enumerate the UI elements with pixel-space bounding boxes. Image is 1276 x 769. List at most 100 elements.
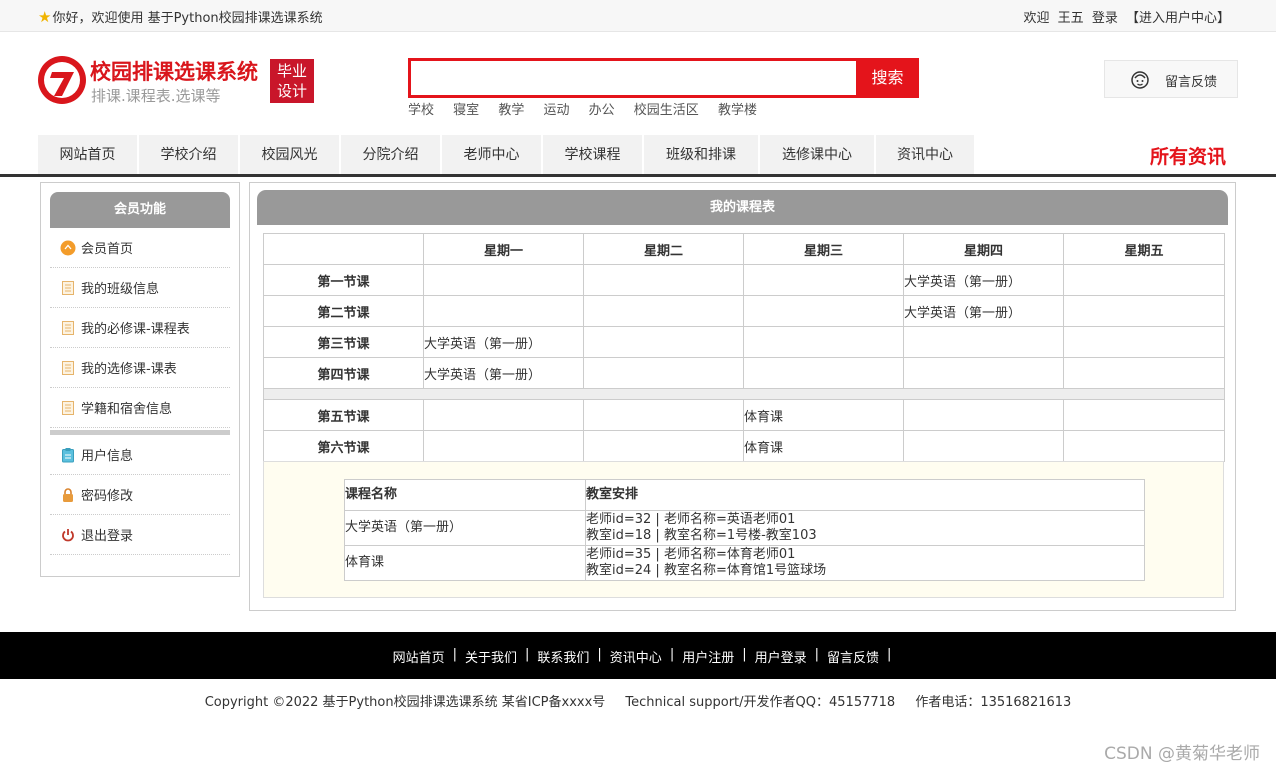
hotword-link[interactable]: 校园生活区 xyxy=(634,103,699,118)
course-details-table: 课程名称 教室安排 大学英语（第一册） 老师id=32 | 老师名称=英语老师0… xyxy=(344,479,1145,581)
all-news-link[interactable]: 所有资讯 xyxy=(1150,142,1226,169)
sidebar-item-enrollment-dorm[interactable]: 学籍和宿舍信息 xyxy=(50,388,230,428)
copyright-text: Copyright ©2022 基于Python校园排课选课系统 某省ICP备x… xyxy=(204,695,606,710)
table-row: 大学英语（第一册） 老师id=32 | 老师名称=英语老师01 教室id=18 … xyxy=(344,510,1145,546)
search-bar: 搜索 xyxy=(408,58,919,98)
table-row: 第六节课 体育课 xyxy=(263,430,1225,462)
schedule-cell xyxy=(583,357,744,389)
search-button[interactable]: 搜索 xyxy=(856,58,919,98)
site-title: 校园排课选课系统 xyxy=(90,60,258,84)
sidebar-item-label: 我的必修课-课程表 xyxy=(81,322,190,337)
hotword-link[interactable]: 教学 xyxy=(498,103,524,118)
sidebar-item-elective-schedule[interactable]: 我的选修课-课表 xyxy=(50,348,230,388)
schedule-cell xyxy=(1063,295,1225,327)
day-header: 星期四 xyxy=(903,233,1064,265)
schedule-cell xyxy=(1063,357,1225,389)
main-nav: 网站首页 学校介绍 校园风光 分院介绍 老师中心 学校课程 班级和排课 选修课中… xyxy=(38,135,976,175)
day-header: 星期三 xyxy=(743,233,904,265)
star-icon: ★ xyxy=(38,7,52,26)
sidebar-item-change-password[interactable]: 密码修改 xyxy=(50,475,230,515)
sidebar-item-label: 退出登录 xyxy=(81,529,134,544)
sidebar-item-label: 我的选修课-课表 xyxy=(81,362,177,377)
hotword-link[interactable]: 寝室 xyxy=(453,103,479,118)
home-circle-icon xyxy=(60,240,76,255)
sidebar-item-label: 会员首页 xyxy=(81,242,134,257)
table-row: 第三节课 大学英语（第一册） xyxy=(263,326,1225,358)
footer-link-login[interactable]: 用户登录 xyxy=(755,647,807,666)
nav-item-news-center[interactable]: 资讯中心 xyxy=(876,135,976,175)
graduation-design-badge: 毕业 设计 xyxy=(270,59,314,103)
sidebar-item-label: 密码修改 xyxy=(81,489,134,504)
table-row: 第四节课 大学英语（第一册） xyxy=(263,357,1225,389)
column-header: 课程名称 xyxy=(344,479,586,511)
hotword-link[interactable]: 运动 xyxy=(543,103,569,118)
footer-link-news[interactable]: 资讯中心 xyxy=(610,647,662,666)
username-link[interactable]: 王五 xyxy=(1058,11,1084,26)
schedule-cell xyxy=(1063,264,1225,296)
sidebar-item-label: 学籍和宿舍信息 xyxy=(81,402,173,417)
sidebar-item-member-home[interactable]: 会员首页 xyxy=(50,228,230,268)
member-sidebar: 会员功能 会员首页 我的班级信息 我的必修课-课程表 我的选修课-课表 学籍和宿… xyxy=(40,182,240,577)
nav-item-school-intro[interactable]: 学校介绍 xyxy=(139,135,240,175)
period-label: 第六节课 xyxy=(263,430,424,462)
nav-item-colleges[interactable]: 分院介绍 xyxy=(341,135,442,175)
course-details-panel: 课程名称 教室安排 大学英语（第一册） 老师id=32 | 老师名称=英语老师0… xyxy=(263,461,1224,598)
period-label: 第四节课 xyxy=(263,357,424,389)
footer-separator: | xyxy=(669,647,675,662)
schedule-cell: 体育课 xyxy=(743,430,904,462)
schedule-cell xyxy=(743,357,904,389)
document-icon xyxy=(62,280,74,295)
hotword-link[interactable]: 教学楼 xyxy=(718,103,757,118)
document-icon xyxy=(62,400,74,415)
greeting-text: 欢迎 xyxy=(1023,11,1050,26)
room-info: 教室id=18 | 教室名称=1号楼-教室103 xyxy=(586,528,817,543)
footer-link-register[interactable]: 用户注册 xyxy=(682,647,734,666)
schedule-cell: 大学英语（第一册） xyxy=(423,357,584,389)
table-row: 第二节课 大学英语（第一册） xyxy=(263,295,1225,327)
table-row: 第一节课 大学英语（第一册） xyxy=(263,264,1225,296)
search-input[interactable] xyxy=(411,61,857,95)
footer-separator: | xyxy=(814,647,820,662)
sidebar-item-required-schedule[interactable]: 我的必修课-课程表 xyxy=(50,308,230,348)
nav-item-teacher-center[interactable]: 老师中心 xyxy=(442,135,543,175)
hotword-link[interactable]: 学校 xyxy=(408,103,434,118)
top-bar: ★ 你好，欢迎使用 基于Python校园排课选课系统 欢迎 王五 登录 【进入用… xyxy=(0,0,1276,32)
details-header-row: 课程名称 教室安排 xyxy=(344,479,1145,511)
nav-item-home[interactable]: 网站首页 xyxy=(38,135,139,175)
schedule-cell xyxy=(583,326,744,358)
nav-item-elective-center[interactable]: 选修课中心 xyxy=(760,135,876,175)
course-name: 大学英语（第一册） xyxy=(344,510,586,546)
nav-item-campus-scenery[interactable]: 校园风光 xyxy=(240,135,341,175)
course-name: 体育课 xyxy=(344,545,586,581)
sidebar-item-class-info[interactable]: 我的班级信息 xyxy=(50,268,230,308)
nav-item-courses[interactable]: 学校课程 xyxy=(543,135,644,175)
footer-link-feedback[interactable]: 留言反馈 xyxy=(827,647,879,666)
lunch-break-row xyxy=(263,388,1225,400)
feedback-button[interactable]: 留言反馈 xyxy=(1104,60,1238,98)
site-logo[interactable]: 校园排课选课系统 排课.课程表.选课等 毕业 设计 xyxy=(38,56,318,106)
teacher-info: 老师id=32 | 老师名称=英语老师01 xyxy=(586,512,796,527)
welcome-text: 你好，欢迎使用 基于Python校园排课选课系统 xyxy=(52,11,323,26)
day-header: 星期二 xyxy=(583,233,744,265)
footer-link-contact[interactable]: 联系我们 xyxy=(537,647,589,666)
login-link[interactable]: 登录 xyxy=(1092,11,1118,26)
footer-link-home[interactable]: 网站首页 xyxy=(393,647,445,666)
sidebar-item-user-info[interactable]: 用户信息 xyxy=(50,435,230,475)
document-icon xyxy=(62,360,74,375)
nav-item-class-scheduling[interactable]: 班级和排课 xyxy=(644,135,760,175)
sidebar-item-label: 我的班级信息 xyxy=(81,282,160,297)
room-info: 教室id=24 | 教室名称=体育馆1号篮球场 xyxy=(586,563,827,578)
hotword-link[interactable]: 办公 xyxy=(589,103,615,118)
footer-separator: | xyxy=(597,647,602,662)
schedule-cell xyxy=(423,264,584,296)
footer-links: 网站首页 | 关于我们 | 联系我们 | 资讯中心 | 用户注册 | 用户登录 | 留言反馈… xyxy=(385,647,892,666)
main-panel: 我的课程表 星期一 星期二 星期三 星期四 星期五 第一节课 大学英语（第一册）… xyxy=(249,182,1236,611)
column-header: 教室安排 xyxy=(585,479,1145,511)
sidebar-item-logout[interactable]: 退出登录 xyxy=(50,515,230,555)
search-box xyxy=(408,58,857,98)
nav-divider xyxy=(0,174,1276,177)
schedule-cell xyxy=(903,430,1064,462)
footer-link-about[interactable]: 关于我们 xyxy=(465,647,517,666)
schedule-table: 星期一 星期二 星期三 星期四 星期五 第一节课 大学英语（第一册） 第二节课 … xyxy=(263,233,1225,462)
user-center-link[interactable]: 【进入用户中心】 xyxy=(1126,11,1230,26)
